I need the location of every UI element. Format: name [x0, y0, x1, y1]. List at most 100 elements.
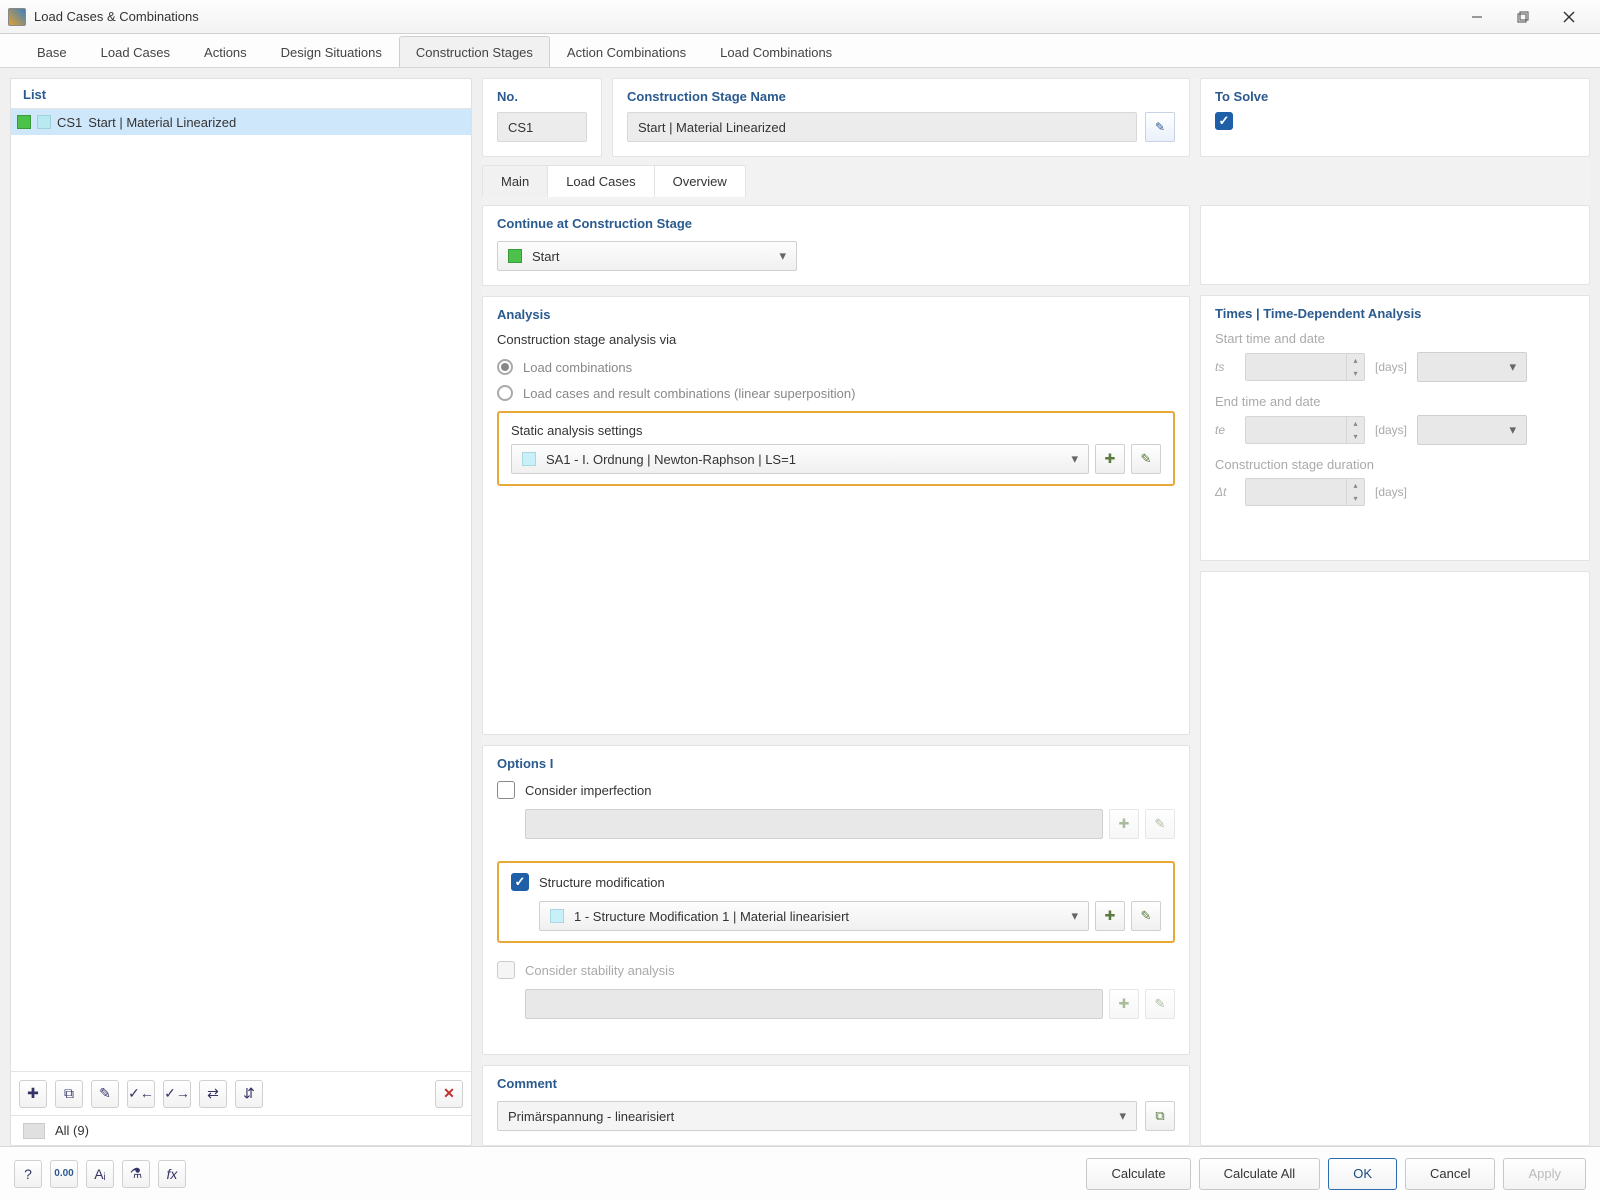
edit-icon[interactable]: ✎ [91, 1080, 119, 1108]
stage-name-label: Construction Stage Name [627, 89, 1175, 104]
new-stability-icon: ✚ [1109, 989, 1139, 1019]
list-item-id: CS1 [57, 115, 82, 130]
filter-label: All (9) [55, 1123, 89, 1138]
apply-button[interactable]: Apply [1503, 1158, 1586, 1190]
options-title: Options I [497, 756, 1175, 771]
list-item[interactable]: CS1 Start | Material Linearized [11, 109, 471, 135]
ok-button[interactable]: OK [1328, 1158, 1397, 1190]
new-imperfection-icon: ✚ [1109, 809, 1139, 839]
tab-action-combinations[interactable]: Action Combinations [550, 36, 703, 67]
close-button[interactable] [1546, 1, 1592, 33]
filter-swatch [23, 1123, 45, 1139]
font-icon[interactable]: Aᵢ [86, 1160, 114, 1188]
continue-value: Start [532, 249, 559, 264]
edit-settings-icon[interactable]: ✎ [1131, 444, 1161, 474]
fx-icon[interactable]: fx [158, 1160, 186, 1188]
list-item-name: Start | Material Linearized [88, 115, 236, 130]
sort-icon[interactable]: ⇵ [235, 1080, 263, 1108]
continue-dropdown[interactable]: Start ▾ [497, 241, 797, 271]
new-icon[interactable]: ✚ [19, 1080, 47, 1108]
te-input: ▴▾ [1245, 416, 1365, 444]
window-title: Load Cases & Combinations [34, 9, 199, 24]
solve-label: To Solve [1215, 89, 1575, 104]
detail-panel: No. CS1 Construction Stage Name Start | … [482, 78, 1590, 1146]
list-toolbar: ✚ ⧉ ✎ ✓← ✓→ ⇄ ⇵ ✕ [11, 1071, 471, 1115]
end-label: End time and date [1215, 394, 1575, 409]
structmod-label: Structure modification [539, 875, 665, 890]
bottombar: ? 0.00 Aᵢ ⚗ fx Calculate Calculate All O… [0, 1146, 1600, 1200]
te-symbol: te [1215, 423, 1235, 437]
no-input[interactable]: CS1 [497, 112, 587, 142]
edit-imperfection-icon: ✎ [1145, 809, 1175, 839]
imperfection-checkbox[interactable] [497, 781, 515, 799]
comment-input[interactable]: Primärspannung - linearisiert ▾ [497, 1101, 1137, 1131]
structmod-dropdown[interactable]: 1 - Structure Modification 1 | Material … [539, 901, 1089, 931]
titlebar: Load Cases & Combinations [0, 0, 1600, 34]
dt-unit: [days] [1375, 485, 1407, 499]
copy-icon[interactable]: ⧉ [55, 1080, 83, 1108]
stability-label: Consider stability analysis [525, 963, 675, 978]
radio-load-cases[interactable]: Load cases and result combinations (line… [497, 385, 1175, 401]
stage-name-input[interactable]: Start | Material Linearized [627, 112, 1137, 142]
chevron-down-icon: ▾ [1071, 451, 1078, 467]
te-unit: [days] [1375, 423, 1407, 437]
tab-construction-stages[interactable]: Construction Stages [399, 36, 550, 67]
inner-tab-overview[interactable]: Overview [655, 166, 745, 197]
radio-icon [497, 385, 513, 401]
chevron-down-icon: ▾ [779, 248, 786, 264]
check-all-icon[interactable]: ✓← [127, 1080, 155, 1108]
type-icon [37, 115, 51, 129]
solve-checkbox[interactable] [1215, 112, 1233, 130]
tab-load-cases[interactable]: Load Cases [84, 36, 187, 67]
rename-icon[interactable]: ✎ [1145, 112, 1175, 142]
new-structmod-icon[interactable]: ✚ [1095, 901, 1125, 931]
inner-tab-load-cases[interactable]: Load Cases [548, 166, 654, 197]
imperfection-label: Consider imperfection [525, 783, 651, 798]
dt-input: ▴▾ [1245, 478, 1365, 506]
tab-design-situations[interactable]: Design Situations [264, 36, 399, 67]
structmod-value: 1 - Structure Modification 1 | Material … [574, 909, 849, 924]
struct-mod-highlight: Structure modification 1 - Structure Mod… [497, 861, 1175, 943]
structmod-checkbox[interactable] [511, 873, 529, 891]
tab-base[interactable]: Base [20, 36, 84, 67]
help-icon[interactable]: ? [14, 1160, 42, 1188]
blank-card-2 [1200, 571, 1590, 1146]
imperfection-dropdown [525, 809, 1103, 839]
sas-dropdown[interactable]: SA1 - I. Ordnung | Newton-Raphson | LS=1… [511, 444, 1089, 474]
status-icon [17, 115, 31, 129]
comment-value: Primärspannung - linearisiert [508, 1109, 674, 1124]
dt-symbol: Δt [1215, 485, 1235, 499]
radio-icon [497, 359, 513, 375]
times-title: Times | Time-Dependent Analysis [1215, 306, 1575, 321]
cancel-button[interactable]: Cancel [1405, 1158, 1495, 1190]
sas-label: Static analysis settings [511, 423, 1161, 438]
inner-tab-main[interactable]: Main [483, 166, 548, 197]
inner-tabbar: Main Load Cases Overview [482, 165, 746, 197]
edit-structmod-icon[interactable]: ✎ [1131, 901, 1161, 931]
delete-icon[interactable]: ✕ [435, 1080, 463, 1108]
sas-value: SA1 - I. Ordnung | Newton-Raphson | LS=1 [546, 452, 796, 467]
filter-icon[interactable]: ⚗ [122, 1160, 150, 1188]
via-label: Construction stage analysis via [497, 332, 1175, 347]
comment-title: Comment [497, 1076, 1175, 1091]
units-icon[interactable]: 0.00 [50, 1160, 78, 1188]
dur-label: Construction stage duration [1215, 457, 1575, 472]
comment-copy-icon[interactable]: ⧉ [1145, 1101, 1175, 1131]
continue-title: Continue at Construction Stage [497, 216, 1175, 231]
renumber-icon[interactable]: ⇄ [199, 1080, 227, 1108]
stability-checkbox [497, 961, 515, 979]
calculate-all-button[interactable]: Calculate All [1199, 1158, 1321, 1190]
radio-load-combos[interactable]: Load combinations [497, 359, 1175, 375]
maximize-button[interactable] [1500, 1, 1546, 33]
tab-actions[interactable]: Actions [187, 36, 264, 67]
blank-card [1200, 205, 1590, 285]
new-settings-icon[interactable]: ✚ [1095, 444, 1125, 474]
tab-load-combinations[interactable]: Load Combinations [703, 36, 849, 67]
edit-stability-icon: ✎ [1145, 989, 1175, 1019]
check-right-icon[interactable]: ✓→ [163, 1080, 191, 1108]
list-title: List [11, 79, 471, 108]
list-body[interactable]: CS1 Start | Material Linearized [11, 108, 471, 1071]
minimize-button[interactable] [1454, 1, 1500, 33]
calculate-button[interactable]: Calculate [1086, 1158, 1190, 1190]
chevron-down-icon: ▾ [1071, 908, 1078, 924]
